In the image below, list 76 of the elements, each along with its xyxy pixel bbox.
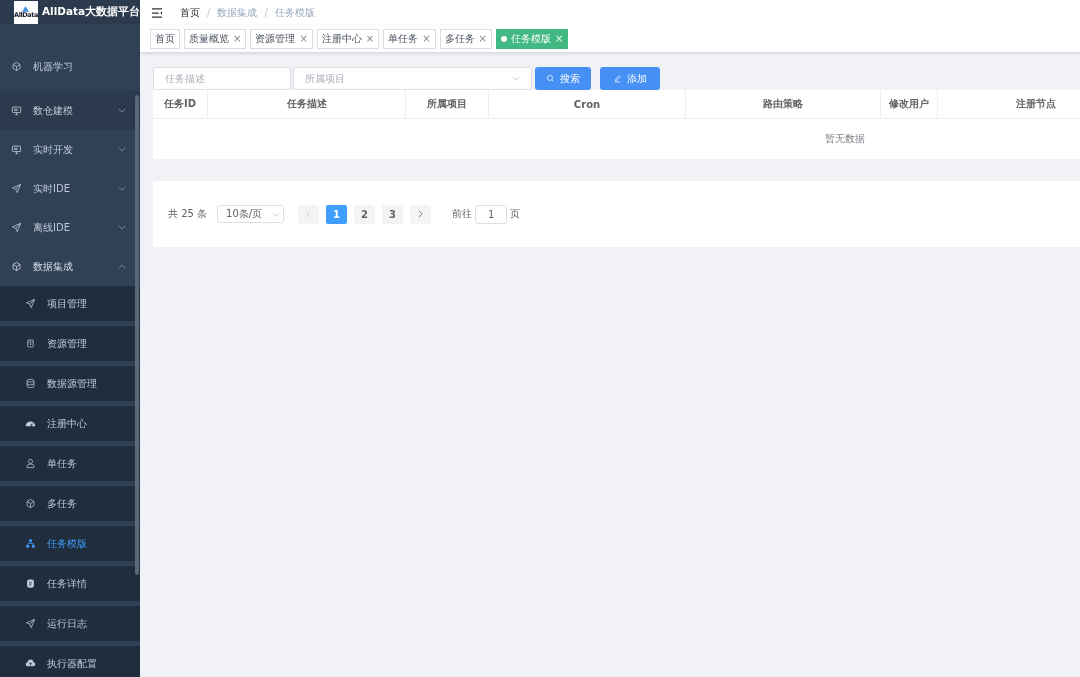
chevron-icon (272, 211, 281, 217)
submenu-item[interactable]: 运行日志 (0, 606, 140, 641)
column-header: Cron (489, 90, 686, 118)
close-icon[interactable]: × (478, 33, 487, 44)
submenu-item[interactable]: 执行器配置 (0, 646, 140, 677)
hierarchy-icon (25, 538, 36, 549)
monitor-icon (11, 144, 22, 155)
chevron-left-icon (306, 210, 312, 218)
close-icon[interactable]: × (299, 33, 308, 44)
close-icon[interactable]: × (233, 33, 242, 44)
search-field[interactable]: 任务描述 (153, 67, 291, 90)
column-header: 所属项目 (406, 90, 489, 118)
submenu-item[interactable]: 单任务 (0, 446, 140, 481)
tab[interactable]: 质量概览 × (184, 28, 247, 49)
menu-item[interactable]: 数据集成 (0, 247, 140, 286)
page-button[interactable]: 3 (382, 204, 404, 224)
submenu-item[interactable]: 数据源管理 (0, 366, 140, 401)
page-input[interactable]: 1 (475, 204, 508, 224)
goto-label: 前往 (452, 207, 473, 221)
total-count: 共 25 条 (168, 207, 208, 221)
gauge-icon (25, 418, 36, 429)
menu-item[interactable]: 实时开发 (0, 130, 140, 169)
tab[interactable]: 单任务 × (383, 28, 436, 49)
edit-icon (613, 74, 622, 83)
previous-page-button[interactable] (298, 204, 320, 224)
submenu-item[interactable]: 资源管理 (0, 326, 140, 361)
send-icon (11, 183, 22, 194)
tab[interactable]: 资源管理 × (250, 28, 313, 49)
column-header: 路由策略 (686, 90, 881, 118)
cloud-upload-icon (25, 658, 36, 669)
column-header: 任务ID (153, 90, 208, 118)
submenu-item[interactable]: 任务模版 (0, 526, 140, 561)
column-header: 任务描述 (208, 90, 406, 118)
menu-icon[interactable] (151, 7, 163, 18)
page-suffix: 页 (510, 207, 521, 221)
close-icon[interactable]: × (365, 33, 375, 44)
empty-text: 暂无数据 (825, 132, 865, 146)
send-icon (25, 618, 36, 629)
submenu-item[interactable]: 注册中心 (0, 406, 140, 441)
scrollbar[interactable] (135, 95, 139, 575)
submenu-item[interactable]: 项目管理 (0, 286, 140, 321)
column-header: 修改用户 (881, 90, 938, 118)
cube-icon (11, 61, 22, 72)
menu-item[interactable]: 数仓建模 (0, 91, 140, 130)
cube-icon (25, 498, 36, 509)
page-size-select[interactable]: 10条/页 (217, 205, 285, 223)
send-icon (11, 222, 22, 233)
database-icon (25, 378, 36, 389)
chevron-icon (512, 76, 520, 81)
box-icon (25, 338, 36, 349)
next-page-button[interactable] (410, 204, 432, 224)
breadcrumb-item[interactable]: 首页 (180, 5, 200, 20)
breadcrumb-separator: / (264, 7, 268, 18)
chevron-right-icon (418, 210, 424, 218)
submenu-item[interactable]: 任务详情 (0, 566, 140, 601)
active-dot (500, 35, 507, 42)
monitor-icon (11, 105, 22, 116)
send-icon (25, 298, 36, 309)
document-icon (25, 578, 36, 589)
submenu-item[interactable]: 多任务 (0, 486, 140, 521)
menu-item[interactable]: 离线IDE (0, 208, 140, 247)
page-button[interactable]: 2 (354, 204, 376, 224)
app-title: AllData大数据平台 (41, 5, 140, 19)
search-icon (546, 74, 555, 83)
tab[interactable]: 多任务 × (439, 28, 492, 49)
tab[interactable]: 首页 (150, 28, 180, 49)
triangle-icon (22, 5, 30, 12)
breadcrumb-item: 任务模版 (274, 5, 315, 20)
menu-item[interactable]: 实时IDE (0, 169, 140, 208)
column-header: 注册节点 (938, 90, 1080, 118)
breadcrumb-separator: / (207, 7, 211, 18)
close-icon[interactable]: × (422, 33, 431, 44)
tab[interactable]: 注册中心 × (316, 28, 380, 49)
cube-icon (11, 261, 22, 272)
menu-item[interactable]: 机器学习 (0, 47, 140, 86)
user-icon (25, 458, 36, 469)
